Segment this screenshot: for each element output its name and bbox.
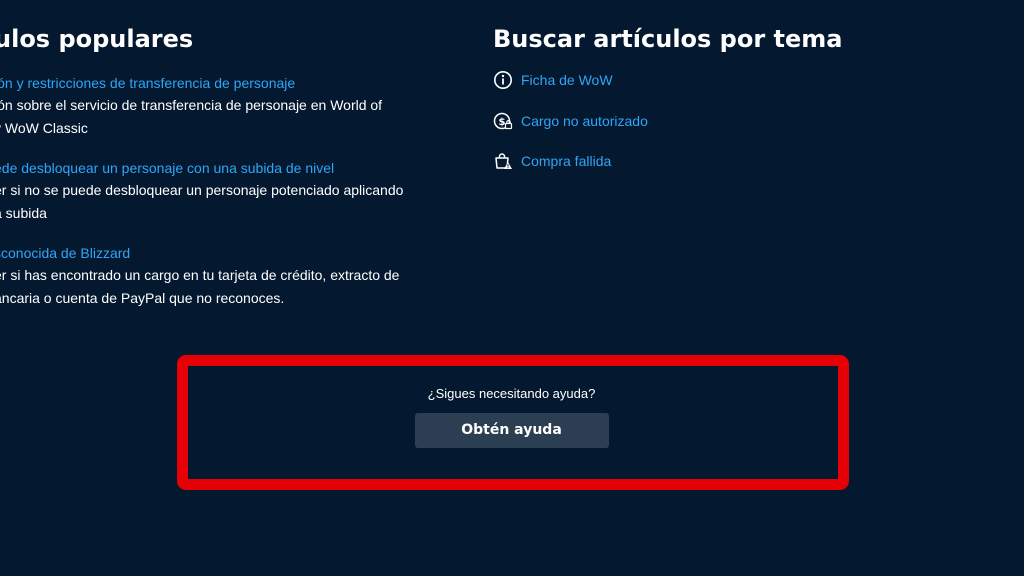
info-circle-icon — [493, 70, 513, 90]
topic-link-failed-purchase[interactable]: Compra fallida — [493, 150, 913, 172]
support-page: ulos populares ión y restricciones de tr… — [0, 0, 1024, 576]
popular-articles-list: ión y restricciones de transferencia de … — [0, 72, 444, 310]
popular-articles-section: ulos populares ión y restricciones de tr… — [0, 24, 444, 327]
article-description-line: ancaria o cuenta de PayPal que no recono… — [0, 290, 285, 306]
article-description-line: y WoW Classic — [0, 120, 88, 136]
dollar-lock-icon: $ — [493, 111, 513, 131]
article-link-unlock-boosted-character[interactable]: ede desbloquear un personaje con una sub… — [0, 157, 444, 179]
topics-list: Ficha de WoW $ Cargo no autorizado Compr… — [493, 69, 913, 172]
topic-label: Cargo no autorizado — [521, 112, 648, 129]
article-description-line: er si has encontrado un cargo en tu tarj… — [0, 267, 400, 283]
topics-section: Buscar artículos por tema Ficha de WoW $ — [493, 24, 913, 191]
article-item: ede desbloquear un personaje con una sub… — [0, 157, 444, 225]
topic-link-unauthorized-charge[interactable]: $ Cargo no autorizado — [493, 110, 913, 132]
article-description-line: er si no se puede desbloquear un persona… — [0, 182, 404, 198]
topics-heading: Buscar artículos por tema — [493, 25, 843, 53]
article-item: sconocida de Blizzard er si has encontra… — [0, 242, 444, 310]
still-need-help-box: ¿Sigues necesitando ayuda? Obtén ayuda — [199, 378, 824, 464]
popular-articles-heading: ulos populares — [0, 25, 194, 53]
article-link-unknown-blizzard-charge[interactable]: sconocida de Blizzard — [0, 242, 444, 264]
article-item: ión y restricciones de transferencia de … — [0, 72, 444, 140]
get-help-button[interactable]: Obtén ayuda — [414, 413, 609, 448]
svg-text:$: $ — [499, 117, 506, 128]
topic-label: Ficha de WoW — [521, 72, 613, 88]
topic-link-wow-token[interactable]: Ficha de WoW — [493, 69, 913, 91]
article-description-line: ión sobre el servicio de transferencia d… — [0, 97, 383, 113]
shopping-bag-alert-icon — [493, 151, 513, 171]
article-description-line: a subida — [0, 205, 47, 221]
help-question-text: ¿Sigues necesitando ayuda? — [427, 386, 596, 401]
topic-label: Compra fallida — [521, 153, 612, 169]
article-link-transfer-restrictions[interactable]: ión y restricciones de transferencia de … — [0, 72, 444, 94]
